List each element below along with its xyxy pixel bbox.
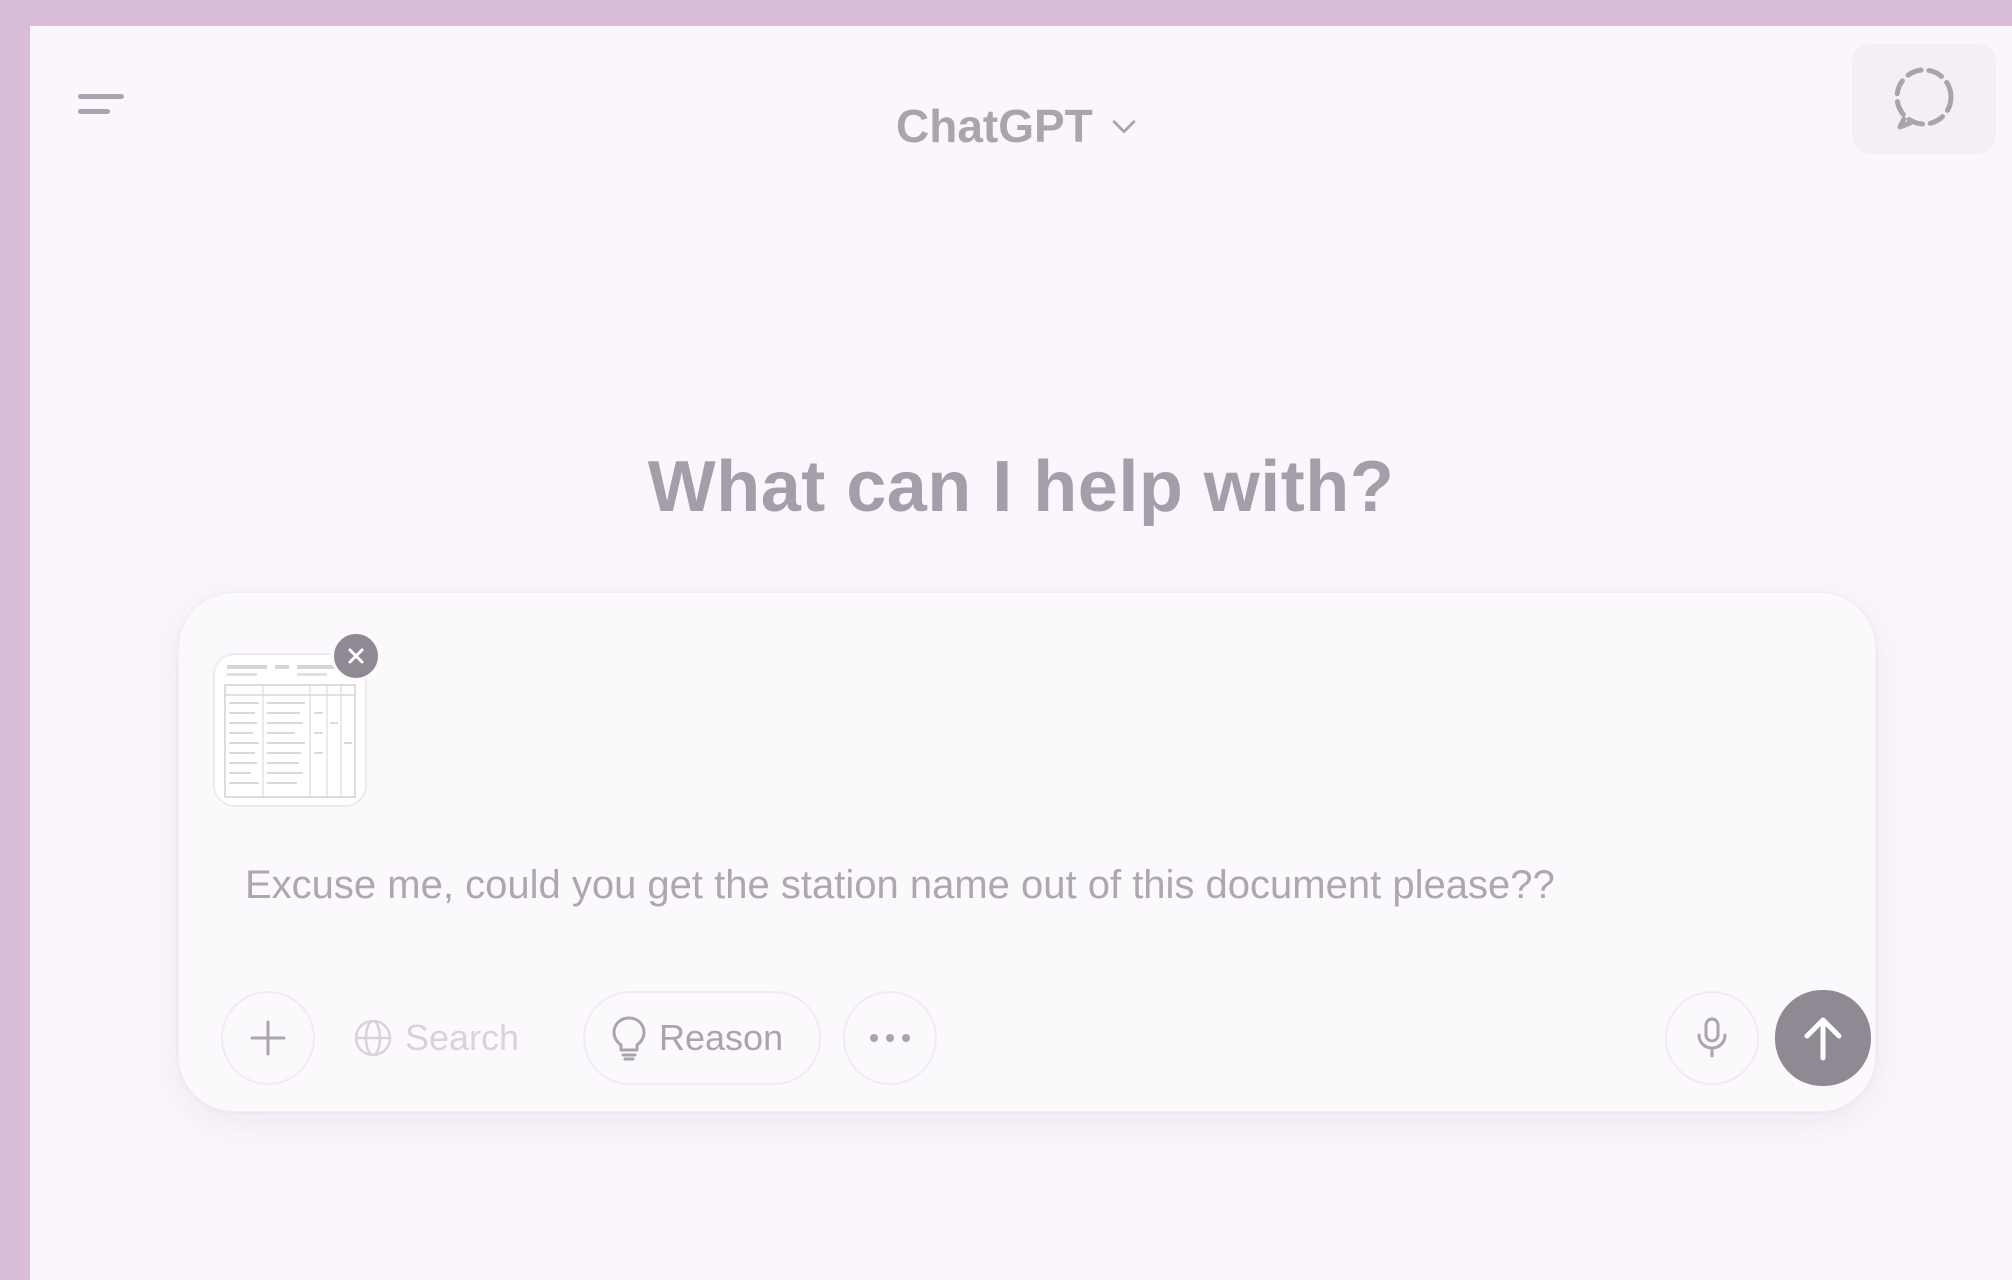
add-attachment-button[interactable] [221, 991, 315, 1085]
chevron-down-icon [1112, 120, 1136, 134]
menu-line-bottom [78, 109, 110, 114]
search-label: Search [405, 1017, 520, 1058]
globe-icon [354, 1019, 392, 1057]
remove-attachment-button[interactable] [331, 631, 381, 681]
more-dots-icon [870, 1034, 910, 1042]
chat-window: ChatGPT What can I help with? Excuse me,… [30, 26, 2012, 1280]
close-icon [348, 648, 364, 664]
temporary-chat-button[interactable] [1852, 44, 1996, 154]
search-button[interactable]: Search [329, 991, 553, 1085]
message-composer: Excuse me, could you get the station nam… [178, 592, 1876, 1112]
more-tools-button[interactable] [843, 991, 937, 1085]
model-title: ChatGPT [896, 100, 1093, 152]
prompt-input[interactable]: Excuse me, could you get the station nam… [245, 863, 1555, 908]
sidebar-toggle-button[interactable] [78, 78, 150, 130]
dictate-button[interactable] [1665, 991, 1759, 1085]
model-selector[interactable]: ChatGPT [896, 96, 1141, 156]
send-button[interactable] [1775, 990, 1871, 1086]
menu-line-top [78, 94, 124, 99]
temporary-chat-icon [1894, 67, 1954, 130]
microphone-icon [1697, 1017, 1727, 1058]
lightbulb-icon [612, 1016, 646, 1061]
reason-label: Reason [659, 1017, 784, 1058]
hero-title: What can I help with? [647, 447, 1395, 527]
reason-button[interactable]: Reason [583, 991, 821, 1085]
arrow-up-icon [1804, 1017, 1842, 1061]
plus-icon [250, 1020, 286, 1056]
